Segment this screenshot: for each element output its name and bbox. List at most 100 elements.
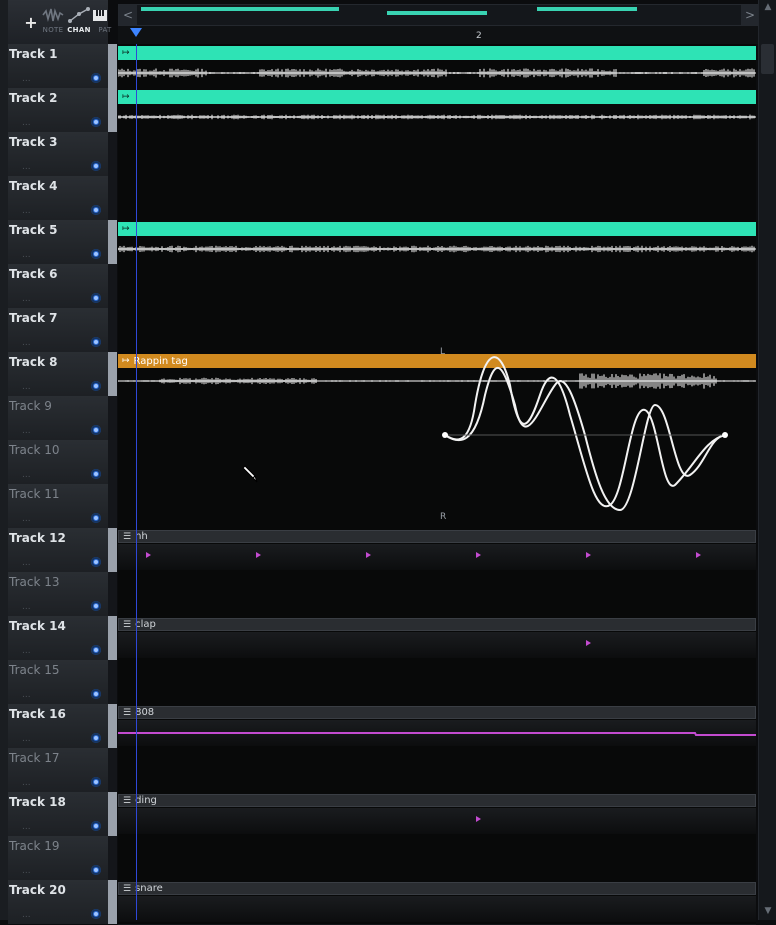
track-name[interactable]: Track 3: [9, 135, 58, 149]
track-header[interactable]: Track 14 ...: [8, 616, 108, 661]
scrollbar-thumb[interactable]: [761, 44, 774, 74]
playlist-overview-scrollbar[interactable]: < >: [118, 4, 760, 26]
clip-header[interactable]: ☰ hh: [118, 530, 756, 543]
track-header[interactable]: Track 4 ...: [8, 176, 108, 221]
track-mute-button[interactable]: [91, 381, 101, 391]
mode-note-button[interactable]: NOTE: [40, 4, 66, 44]
track-resize-grip[interactable]: [108, 44, 117, 89]
track-mute-button[interactable]: [91, 909, 101, 919]
track-resize-grip[interactable]: [108, 396, 117, 441]
clip-header[interactable]: ☰ snare: [118, 882, 756, 895]
vertical-scrollbar[interactable]: ▲ ▼: [758, 0, 776, 920]
track-mute-button[interactable]: [91, 205, 101, 215]
track-header[interactable]: Track 17 ...: [8, 748, 108, 793]
track-header[interactable]: Track 2 ...: [8, 88, 108, 133]
track-options-dots[interactable]: ...: [22, 646, 31, 656]
track-resize-grip[interactable]: [108, 176, 117, 221]
track-lane[interactable]: [118, 308, 756, 353]
track-header[interactable]: Track 10 ...: [8, 440, 108, 485]
track-resize-grip[interactable]: [108, 836, 117, 881]
track-lane[interactable]: [118, 836, 756, 881]
track-resize-grip[interactable]: [108, 132, 117, 177]
track-header[interactable]: Track 11 ...: [8, 484, 108, 529]
clip-header[interactable]: ☰ clap: [118, 618, 756, 631]
track-name[interactable]: Track 13: [9, 575, 59, 589]
track-lane[interactable]: [118, 264, 756, 309]
track-name[interactable]: Track 14: [9, 619, 66, 633]
track-header[interactable]: Track 18 ...: [8, 792, 108, 837]
track-name[interactable]: Track 12: [9, 531, 66, 545]
track-resize-grip[interactable]: [108, 704, 117, 749]
track-resize-grip[interactable]: [108, 484, 117, 529]
track-options-dots[interactable]: ...: [22, 338, 31, 348]
clip-header[interactable]: ↦ Rappin tag: [118, 354, 756, 368]
track-mute-button[interactable]: [91, 557, 101, 567]
track-mute-button[interactable]: [91, 73, 101, 83]
track-resize-grip[interactable]: [108, 308, 117, 353]
mode-chan-button[interactable]: CHAN: [66, 4, 92, 44]
track-resize-grip[interactable]: [108, 748, 117, 793]
track-mute-button[interactable]: [91, 865, 101, 875]
track-options-dots[interactable]: ...: [22, 118, 31, 128]
track-mute-button[interactable]: [91, 513, 101, 523]
track-name[interactable]: Track 17: [9, 751, 59, 765]
track-mute-button[interactable]: [91, 337, 101, 347]
track-options-dots[interactable]: ...: [22, 206, 31, 216]
track-options-dots[interactable]: ...: [22, 74, 31, 84]
track-name[interactable]: Track 20: [9, 883, 66, 897]
track-header[interactable]: Track 9 ...: [8, 396, 108, 441]
track-lane[interactable]: [118, 176, 756, 221]
track-header[interactable]: Track 8 ...: [8, 352, 108, 397]
track-lane[interactable]: [118, 660, 756, 705]
track-options-dots[interactable]: ...: [22, 470, 31, 480]
track-resize-grip[interactable]: [108, 264, 117, 309]
track-resize-grip[interactable]: [108, 528, 117, 573]
pattern-clip[interactable]: ☰ ding: [118, 794, 756, 834]
track-options-dots[interactable]: ...: [22, 382, 31, 392]
track-mute-button[interactable]: [91, 425, 101, 435]
pattern-clip[interactable]: ☰ clap: [118, 618, 756, 658]
track-options-dots[interactable]: ...: [22, 822, 31, 832]
scroll-up-icon[interactable]: ▲: [762, 2, 774, 14]
track-lane[interactable]: [118, 396, 756, 441]
clip-header[interactable]: ☰ ding: [118, 794, 756, 807]
clip-header[interactable]: ☰ 808: [118, 706, 756, 719]
track-lane[interactable]: [118, 132, 756, 177]
track-options-dots[interactable]: ...: [22, 294, 31, 304]
track-lane[interactable]: [118, 440, 756, 485]
scroll-down-icon[interactable]: ▼: [762, 906, 774, 918]
track-header[interactable]: Track 12 ...: [8, 528, 108, 573]
track-mute-button[interactable]: [91, 469, 101, 479]
track-name[interactable]: Track 5: [9, 223, 58, 237]
track-mute-button[interactable]: [91, 777, 101, 787]
track-mute-button[interactable]: [91, 601, 101, 611]
track-name[interactable]: Track 15: [9, 663, 59, 677]
track-lane[interactable]: [118, 572, 756, 617]
track-resize-grip[interactable]: [108, 220, 117, 265]
track-options-dots[interactable]: ...: [22, 162, 31, 172]
track-options-dots[interactable]: ...: [22, 558, 31, 568]
track-options-dots[interactable]: ...: [22, 778, 31, 788]
timeline-ruler[interactable]: 2: [118, 26, 758, 44]
track-name[interactable]: Track 18: [9, 795, 66, 809]
track-header[interactable]: Track 7 ...: [8, 308, 108, 353]
track-name[interactable]: Track 7: [9, 311, 58, 325]
track-header[interactable]: Track 1 ...: [8, 44, 108, 89]
track-resize-grip[interactable]: [108, 88, 117, 133]
clip-header[interactable]: ↦: [118, 222, 756, 236]
track-name[interactable]: Track 1: [9, 47, 58, 61]
track-mute-button[interactable]: [91, 733, 101, 743]
audio-clip[interactable]: ↦: [117, 90, 756, 120]
audio-clip[interactable]: ↦: [117, 46, 756, 78]
track-resize-grip[interactable]: [108, 616, 117, 661]
track-header[interactable]: Track 15 ...: [8, 660, 108, 705]
track-header[interactable]: Track 3 ...: [8, 132, 108, 177]
pattern-clip[interactable]: ☰ snare: [118, 882, 756, 922]
track-lane[interactable]: [118, 484, 756, 529]
pattern-clip[interactable]: ☰ hh: [118, 530, 756, 570]
track-resize-grip[interactable]: [108, 572, 117, 617]
track-header[interactable]: Track 19 ...: [8, 836, 108, 881]
track-resize-grip[interactable]: [108, 880, 117, 925]
track-name[interactable]: Track 6: [9, 267, 58, 281]
audio-clip[interactable]: ↦: [117, 222, 756, 253]
